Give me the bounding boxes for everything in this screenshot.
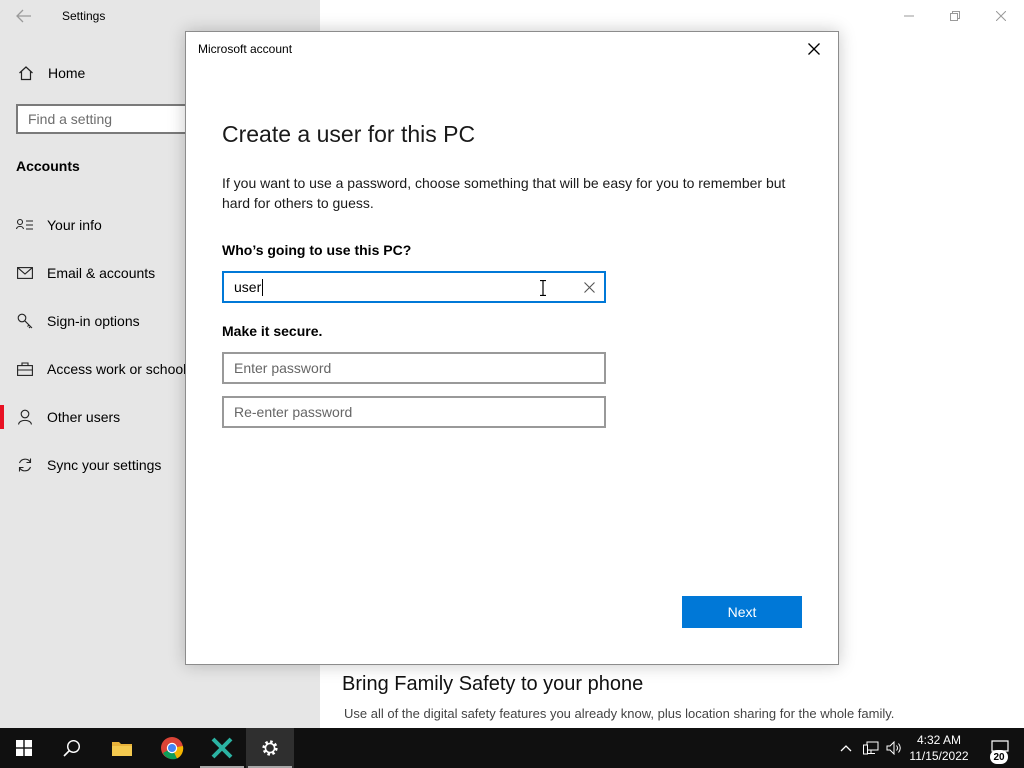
sidebar-item-label: Sync your settings [47,457,162,473]
back-arrow-icon[interactable] [10,4,38,28]
file-explorer-icon[interactable] [98,728,146,768]
text-caret [262,278,264,296]
window-controls [886,0,1024,32]
home-icon [17,64,35,82]
sidebar-item-label: Email & accounts [47,265,156,281]
start-windows-icon[interactable] [0,728,48,768]
clear-text-icon[interactable] [582,280,596,294]
dialog-title: Microsoft account [198,42,293,56]
dialog-description: If you want to use a password, choose so… [222,175,786,211]
find-setting-input[interactable]: Find a setting [16,104,206,134]
nav-home-label: Home [48,65,86,81]
ibeam-cursor-icon [538,279,548,297]
username-value: user [234,279,262,295]
dialog-heading: Create a user for this PC [222,121,476,147]
sync-icon [15,456,35,474]
app-x-icon[interactable] [198,728,246,768]
password-placeholder: Enter password [234,360,332,376]
taskbar: 4:32 AM 11/15/2022 20 [0,728,1024,768]
reenter-password-placeholder: Re-enter password [234,404,353,420]
family-safety-description: Use all of the digital safety features y… [344,706,895,721]
network-icon[interactable] [860,728,882,768]
password-input[interactable]: Enter password [222,352,606,384]
mail-icon [15,264,35,282]
briefcase-icon [15,360,35,378]
who-label: Who’s going to use this PC? [222,242,412,258]
sidebar-item-label: Sign-in options [47,313,140,329]
contact-card-icon [15,216,35,234]
volume-icon[interactable] [884,728,904,768]
clock-time: 4:32 AM [916,733,962,747]
section-title: Accounts [16,158,80,174]
sidebar-item-label: Access work or school [47,361,187,377]
chrome-icon[interactable] [148,728,196,768]
minimize-icon[interactable] [886,0,932,32]
secure-label: Make it secure. [222,323,323,339]
settings-gear-icon[interactable] [246,728,294,768]
person-icon [15,408,35,426]
app-title: Settings [62,9,106,23]
chevron-up-icon[interactable] [836,728,856,768]
clock-date: 11/15/2022 [909,749,969,763]
restore-icon[interactable] [932,0,978,32]
close-window-icon[interactable] [978,0,1024,32]
key-icon [15,312,35,330]
reenter-password-input[interactable]: Re-enter password [222,396,606,428]
family-safety-heading: Bring Family Safety to your phone [342,673,644,695]
find-setting-placeholder: Find a setting [28,111,113,127]
sidebar-item-label: Your info [47,217,102,233]
username-input[interactable]: user [222,271,606,303]
notification-count-badge: 20 [990,750,1008,764]
sidebar-item-label: Other users [47,409,121,425]
close-icon[interactable] [802,39,826,59]
next-button[interactable]: Next [682,596,802,628]
search-icon[interactable] [48,728,96,768]
clock[interactable]: 4:32 AM 11/15/2022 [902,732,976,764]
microsoft-account-dialog: Microsoft account Create a user for this… [185,31,839,665]
